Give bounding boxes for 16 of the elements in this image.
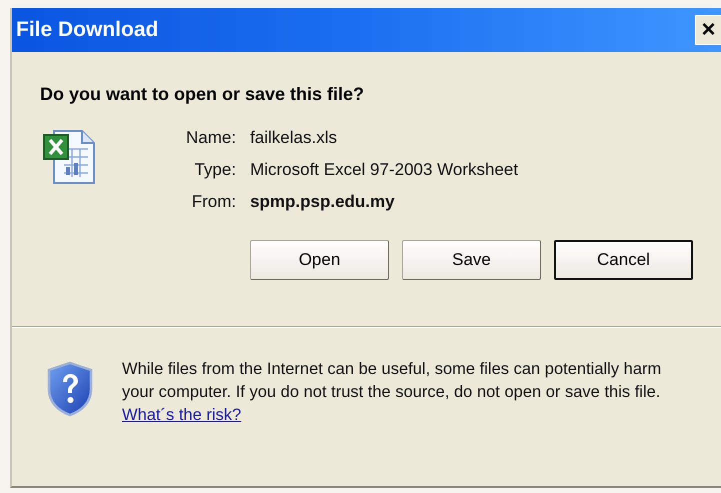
field-label: Type:	[193, 160, 236, 180]
shield-question-icon	[46, 361, 94, 417]
warning-text: While files from the Internet can be useful, some files can potentially harm your computer. If you do not trust the source, do not open or save this file. What´s the risk?	[122, 359, 662, 426]
field-label: Name:	[186, 128, 236, 148]
cancel-button[interactable]: Cancel	[554, 240, 693, 280]
open-button[interactable]: Open	[250, 240, 389, 280]
question-text: Do you want to open or save this file?	[40, 84, 366, 105]
close-button[interactable]: ×	[695, 15, 721, 45]
field-label: From:	[190, 192, 236, 212]
field-value: failkelas.xls	[250, 128, 338, 148]
window-title: File Download	[16, 18, 158, 42]
spreadsheet-file-icon	[42, 129, 98, 185]
save-button[interactable]: Save	[402, 240, 541, 280]
risk-link[interactable]: What´s the risk?	[122, 406, 242, 424]
field-value: spmp.psp.edu.my	[250, 192, 396, 212]
field-value: Microsoft Excel 97-2003 Worksheet	[250, 160, 518, 180]
